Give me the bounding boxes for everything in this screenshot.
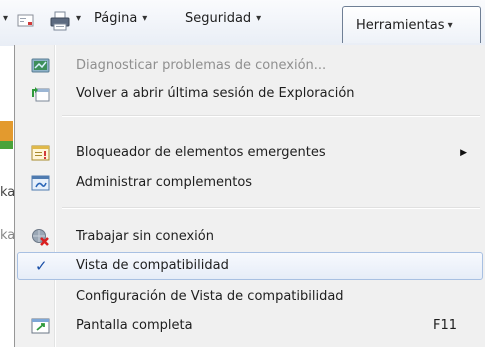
chevron-down-icon: ▾ [142,13,148,24]
chevron-down-icon: ▾ [447,19,453,31]
menu-item-reopen-session[interactable]: Volver a abrir última sesión de Explorac… [17,80,483,108]
menu-item-diagnose-connection[interactable]: Diagnosticar problemas de conexión... [17,52,483,80]
print-icon [50,11,70,31]
menu-item-label: Trabajar sin conexión [76,229,214,244]
network-diagnose-icon [31,58,50,73]
menu-item-compatibility-view[interactable]: ✓ Vista de compatibilidad [17,252,483,280]
menu-separator [62,207,480,209]
menu-item-label: Volver a abrir última sesión de Explorac… [76,86,355,101]
popup-blocker-icon [31,145,50,161]
tools-menu-label: Herramientas [356,17,445,33]
page-menu-label: Página [94,11,138,26]
keyboard-shortcut: F11 [432,318,457,333]
menu-item-label: Diagnosticar problemas de conexión... [76,58,327,73]
command-bar: ▾ ▾ Página ▾ Seguridad ▾ Herramientas ▾ [0,0,485,47]
security-menu-button[interactable]: Seguridad ▾ [185,11,261,26]
menu-item-label: Configuración de Vista de compatibilidad [76,289,344,304]
page-menu-button[interactable]: Página ▾ [94,11,147,26]
submenu-arrow-icon: ▶ [460,148,467,158]
tools-dropdown-menu: Diagnosticar problemas de conexión... Vo… [14,45,485,347]
checkmark-icon: ✓ [35,257,48,275]
menu-item-label: Vista de compatibilidad [76,258,229,273]
menu-item-full-screen[interactable]: Pantalla completa F11 [17,312,483,340]
menu-item-manage-addons[interactable]: Administrar complementos [17,169,483,197]
mail-icon [17,14,34,27]
page-text-fragment: ka [0,228,14,243]
chevron-down-icon: ▾ [76,13,82,24]
chevron-down-icon: ▾ [3,13,9,24]
chevron-down-icon: ▾ [256,13,262,24]
menu-item-compatibility-settings[interactable]: Configuración de Vista de compatibilidad [17,283,483,311]
fullscreen-icon [31,318,50,334]
menu-item-label: Bloqueador de elementos emergentes [76,145,326,160]
page-text-fragment: ka [0,185,14,200]
manage-addons-icon [31,175,50,191]
print-dropdown-button[interactable]: ▾ [76,13,81,24]
menu-separator [62,115,480,117]
security-menu-label: Seguridad [185,11,252,26]
menu-item-popup-blocker[interactable]: Bloqueador de elementos emergentes ▶ [17,139,483,167]
feeds-dropdown-button[interactable]: ▾ [3,13,8,24]
tools-menu-button[interactable]: Herramientas ▾ [342,6,481,43]
reopen-session-icon [32,87,50,102]
menu-item-label: Administrar complementos [76,175,253,190]
work-offline-icon [32,229,49,246]
read-mail-button[interactable] [17,13,35,29]
menu-item-work-offline[interactable]: Trabajar sin conexión [17,223,483,251]
page-banner-fragment [0,121,13,141]
print-button[interactable] [50,11,70,31]
page-banner-accent [0,141,13,149]
menu-item-label: Pantalla completa [76,318,193,333]
